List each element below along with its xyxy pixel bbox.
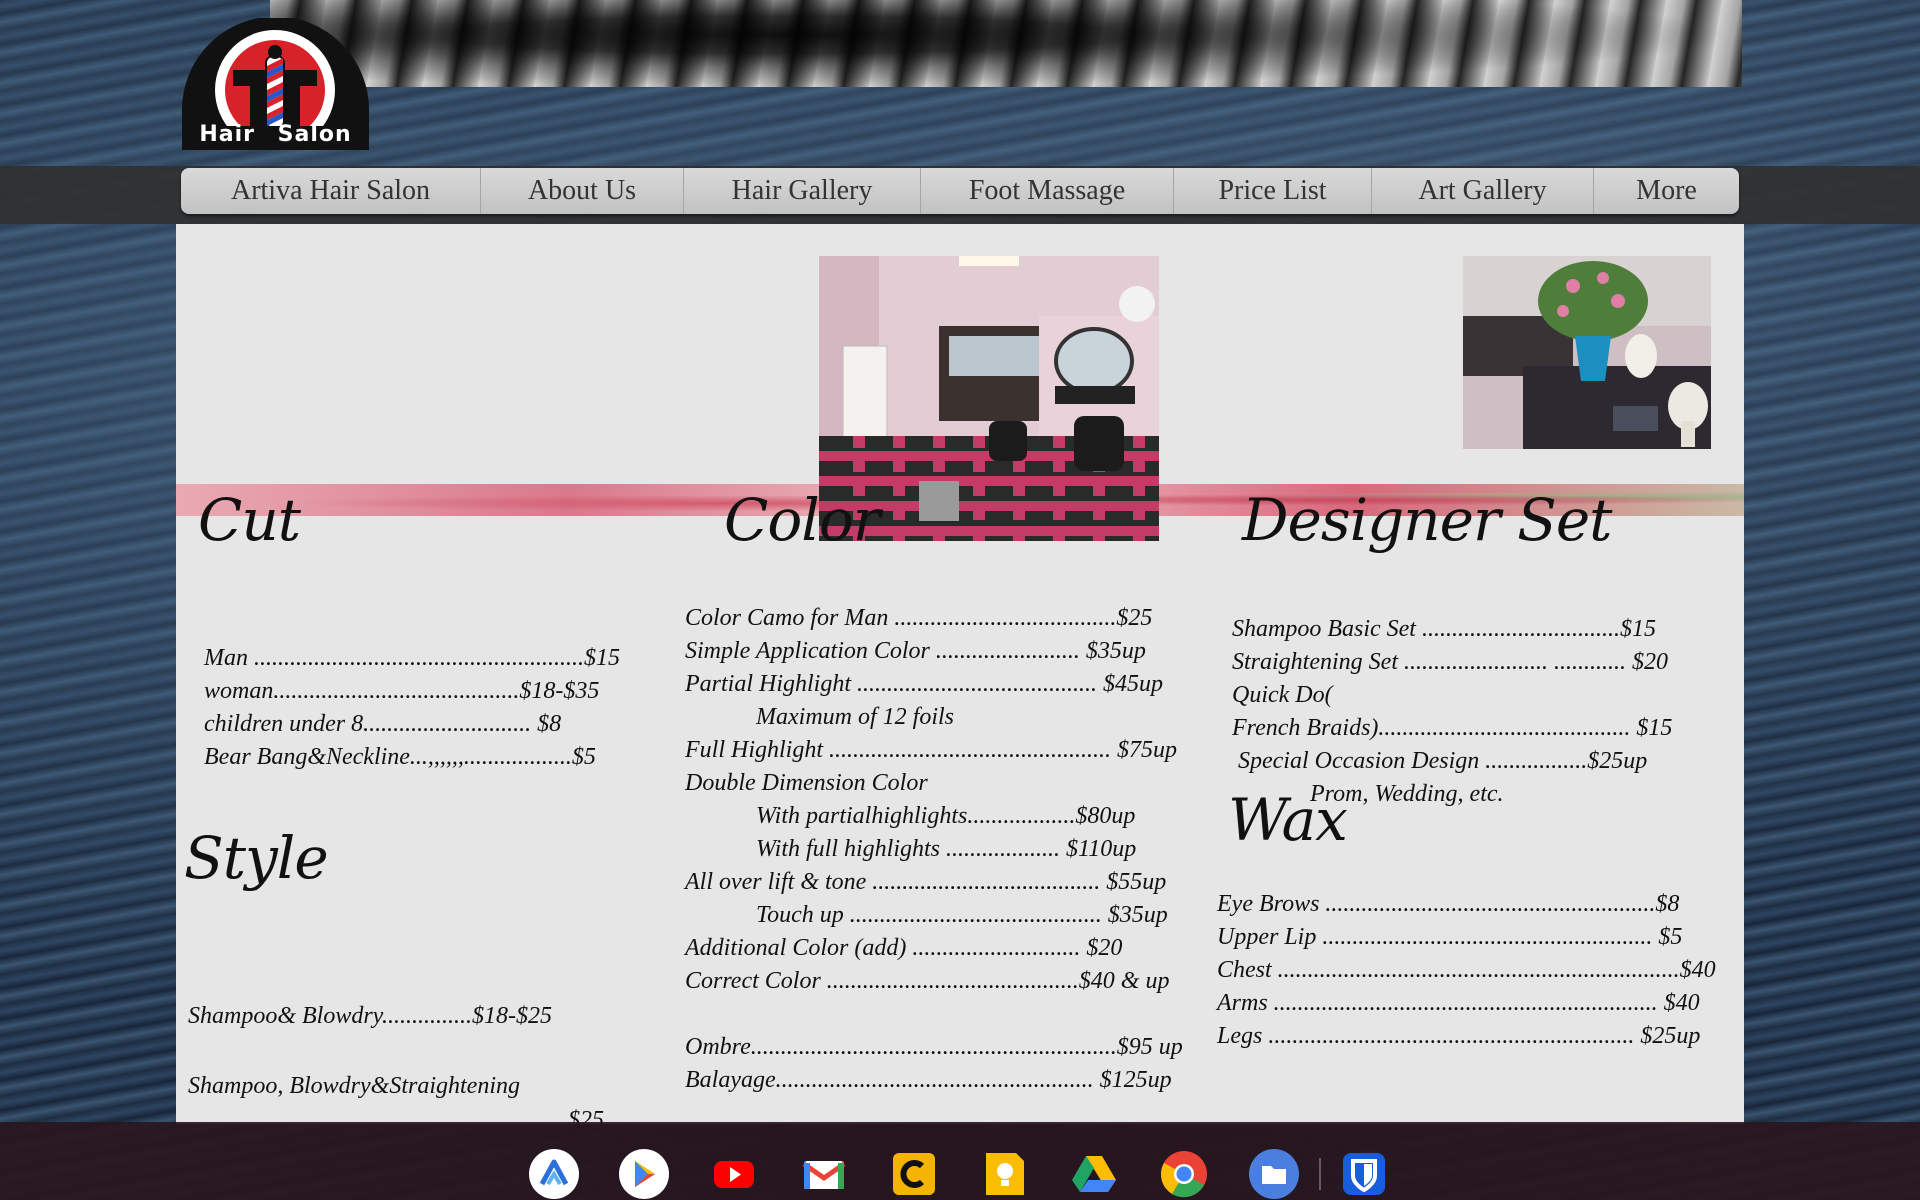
price-list-content: Cut Man ................................… — [176, 224, 1744, 1124]
price-line: Special Occasion Design ................… — [1238, 748, 1648, 774]
price-line: Bear Bang&Neckline...,,,,,,.............… — [204, 744, 596, 770]
section-title-style: Style — [184, 824, 329, 892]
nav-item-artiva-hair-salon[interactable]: Artiva Hair Salon — [181, 168, 481, 214]
section-title-color: Color — [724, 486, 880, 554]
nav-item-hair-gallery[interactable]: Hair Gallery — [684, 168, 921, 214]
section-title-cut: Cut — [198, 486, 301, 554]
keep-icon[interactable] — [978, 1148, 1030, 1200]
nav-item-about-us[interactable]: About Us — [481, 168, 684, 214]
price-line: French Braids)..........................… — [1232, 715, 1673, 741]
price-line: Upper Lip ..............................… — [1217, 924, 1683, 950]
flowers-station-photo[interactable] — [1463, 256, 1711, 449]
price-line: Chest ..................................… — [1217, 957, 1716, 983]
chrome-icon[interactable] — [1158, 1148, 1210, 1200]
price-line: Man ....................................… — [204, 645, 620, 671]
section-title-wax: Wax — [1228, 786, 1348, 854]
price-line: Double Dimension Color — [685, 770, 928, 796]
shelf-separator — [1319, 1158, 1321, 1190]
price-line: children under 8........................… — [204, 711, 562, 737]
nav-item-more[interactable]: More — [1594, 168, 1739, 214]
section-title-designer-set: Designer Set — [1242, 486, 1612, 554]
files-icon[interactable] — [1248, 1148, 1300, 1200]
price-line: Partial Highlight ......................… — [685, 671, 1164, 697]
drive-icon[interactable] — [1068, 1148, 1120, 1200]
price-line: Legs ...................................… — [1217, 1023, 1701, 1049]
price-line: Additional Color (add) .................… — [685, 935, 1123, 961]
price-line: woman...................................… — [204, 678, 600, 704]
header-banner-image — [270, 0, 1742, 87]
price-line: Full Highlight .........................… — [685, 737, 1177, 763]
canvas-c-icon[interactable] — [888, 1148, 940, 1200]
shelf-app-list — [528, 1148, 1390, 1200]
main-nav: Artiva Hair Salon About Us Hair Gallery … — [181, 168, 1739, 214]
price-line: Shampoo Basic Set ......................… — [1232, 616, 1656, 642]
price-line: Color Camo for Man .....................… — [685, 605, 1153, 631]
price-line: Eye Brows ..............................… — [1217, 891, 1680, 917]
price-line: Quick Do( — [1232, 682, 1333, 708]
price-line: With partialhighlights..................… — [756, 803, 1136, 829]
price-line: Shampoo& Blowdry...............$18-$25 — [188, 1003, 552, 1029]
price-line: Shampoo, Blowdry&Straightening — [188, 1073, 520, 1099]
gmail-icon[interactable] — [798, 1148, 850, 1200]
price-line: Balayage................................… — [685, 1067, 1172, 1093]
price-line: Correct Color ..........................… — [685, 968, 1170, 994]
bitwarden-icon[interactable] — [1338, 1148, 1390, 1200]
nav-item-price-list[interactable]: Price List — [1174, 168, 1372, 214]
price-line: All over lift & tone ...................… — [685, 869, 1167, 895]
flowers-station-image — [1463, 256, 1711, 449]
nav-item-art-gallery[interactable]: Art Gallery — [1372, 168, 1594, 214]
site-logo[interactable]: Hair Salon — [178, 18, 373, 150]
price-line: Touch up ...............................… — [756, 902, 1168, 928]
nav-item-foot-massage[interactable]: Foot Massage — [921, 168, 1174, 214]
price-line: Simple Application Color ...............… — [685, 638, 1146, 664]
price-line: $25 — [568, 1107, 604, 1124]
price-line: Maximum of 12 foils — [756, 704, 954, 730]
price-line: Ombre...................................… — [685, 1034, 1183, 1060]
price-line: Arms ...................................… — [1217, 990, 1700, 1016]
price-line: With full highlights ...................… — [756, 836, 1137, 862]
play-store-icon[interactable] — [618, 1148, 670, 1200]
logo-label: Hair Salon — [199, 122, 352, 147]
price-line: Straightening Set ......................… — [1232, 649, 1668, 675]
arc-icon[interactable] — [528, 1148, 580, 1200]
youtube-icon[interactable] — [708, 1148, 760, 1200]
